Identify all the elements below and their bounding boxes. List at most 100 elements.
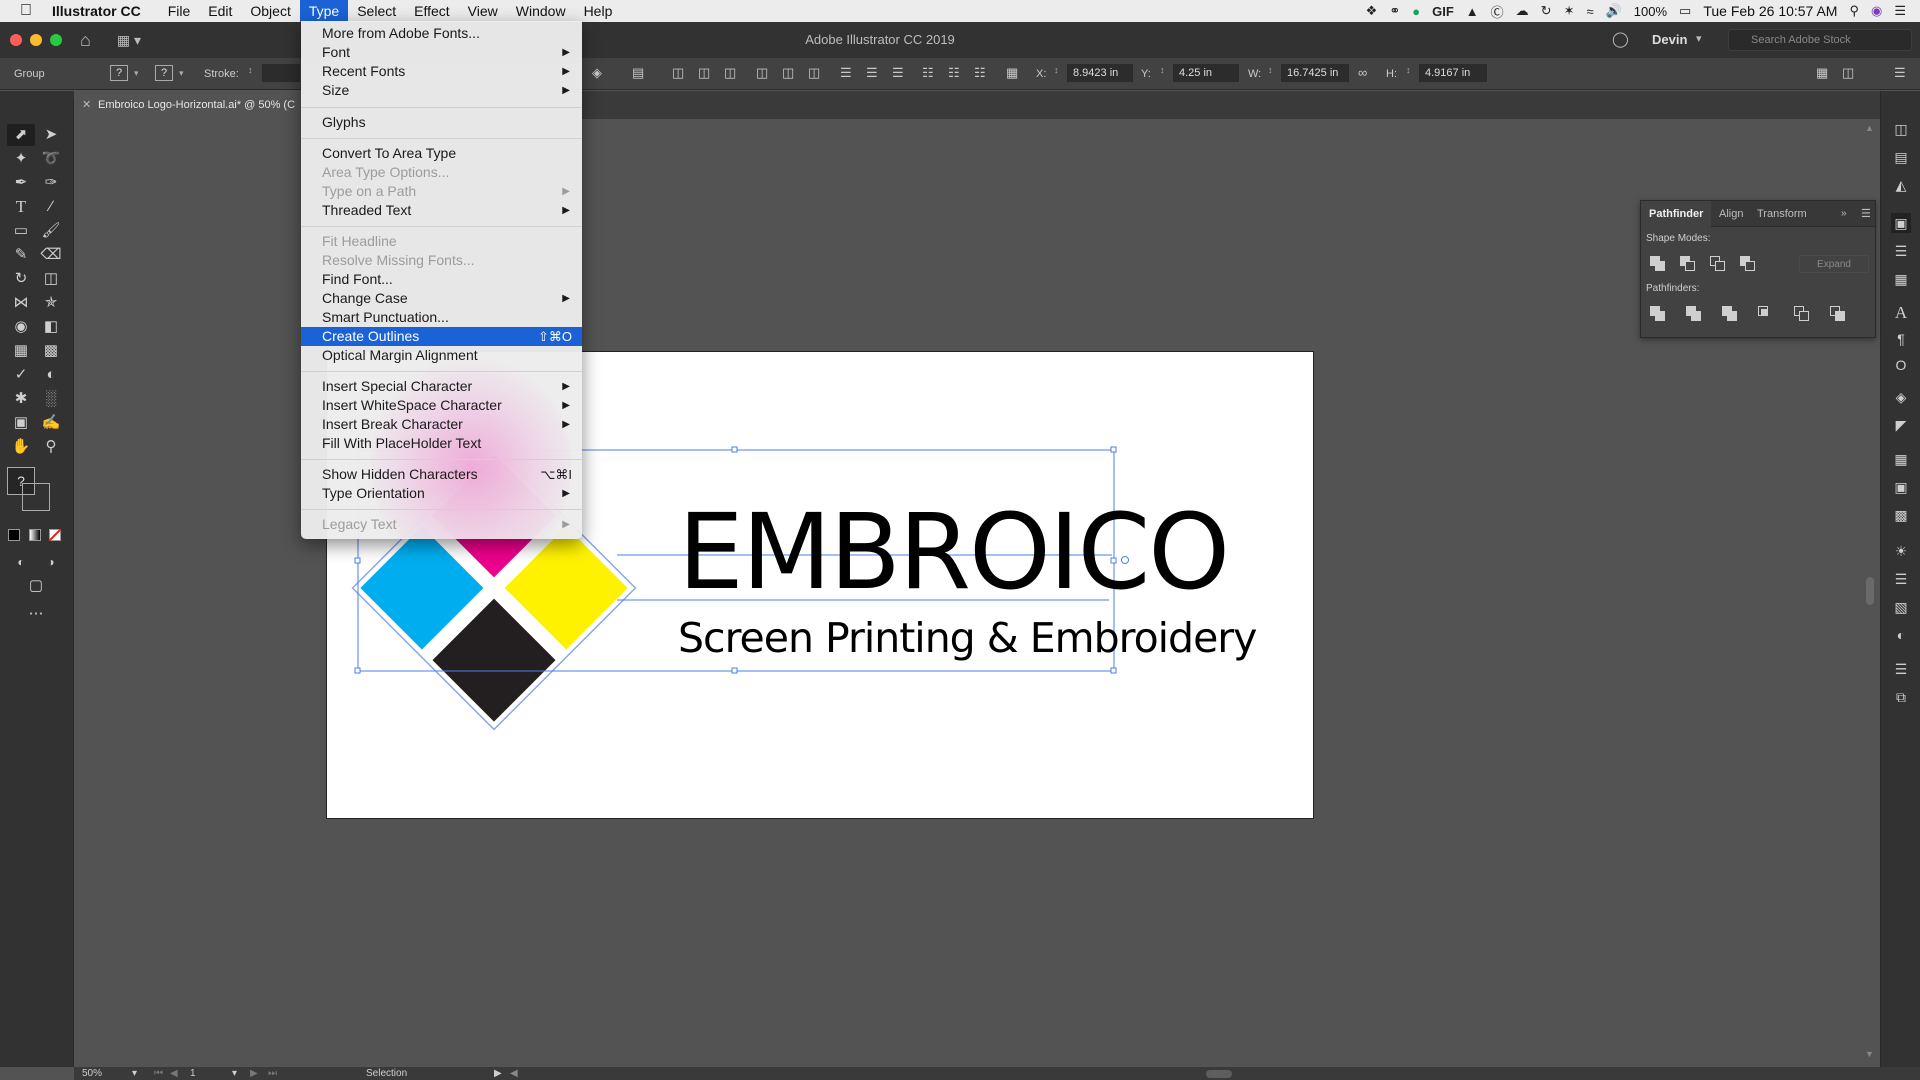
menu-item-smart-punctuation[interactable]: Smart Punctuation... [301, 308, 582, 327]
constrain-link-icon[interactable]: ∞ [1358, 65, 1367, 80]
menu-effect[interactable]: Effect [405, 0, 459, 22]
appearance-panel-icon[interactable]: ☀ [1891, 541, 1911, 561]
minus-back-button[interactable] [1829, 305, 1847, 323]
menu-view[interactable]: View [459, 0, 507, 22]
stepper-icon[interactable]: ↕ [1054, 65, 1059, 75]
export-icon[interactable]: ◭ [1891, 175, 1911, 195]
artboards-list-icon[interactable]: ⧉ [1891, 687, 1911, 707]
outline-button[interactable] [1793, 305, 1811, 323]
menu-item-type-orientation[interactable]: Type Orientation ▶ [301, 484, 582, 503]
stepper-icon[interactable]: ↕ [1268, 65, 1273, 75]
intersect-button[interactable] [1709, 255, 1727, 273]
eraser-tool-icon[interactable]: ⌫ [37, 244, 65, 266]
stepper-icon[interactable]: ↕ [1160, 65, 1165, 75]
document-tab[interactable]: ✕ Embroico Logo-Horizontal.ai* @ 50% (C [74, 91, 306, 119]
grammarly-icon[interactable]: ● [1412, 4, 1420, 19]
menu-item-convert-to-area-type[interactable]: Convert To Area Type [301, 144, 582, 163]
reference-point-icon[interactable]: ▦ [1006, 65, 1018, 81]
transparency-panel-icon[interactable]: ◐ [1891, 625, 1911, 645]
brushes-panel-icon[interactable]: ◈ [1891, 387, 1911, 407]
distribute-bottom-icon[interactable]: ☰ [892, 65, 904, 81]
zoom-tool-icon[interactable]: ⚲ [37, 436, 65, 458]
menu-item-create-outlines[interactable]: Create Outlines ⇧⌘O [301, 327, 582, 346]
next-artboard-icon[interactable]: ▶ [250, 1067, 258, 1080]
artboards-panel-icon[interactable]: ▩ [1891, 505, 1911, 525]
artboard-number-field[interactable]: 1 [190, 1067, 196, 1080]
align-to-icon[interactable]: ▤ [632, 65, 644, 81]
expand-button[interactable]: Expand [1799, 255, 1869, 273]
drive-icon[interactable]: ▲ [1466, 4, 1479, 19]
scroll-up-arrow-icon[interactable]: ▲ [1865, 123, 1874, 133]
menu-item-threaded-text[interactable]: Threaded Text ▶ [301, 201, 582, 220]
shape-builder-tool-icon[interactable]: ◉ [7, 316, 35, 338]
direct-selection-tool-icon[interactable]: ➤ [37, 124, 65, 146]
gif-icon[interactable]: GIF [1432, 4, 1454, 19]
symbols-panel-icon[interactable]: ◤ [1891, 415, 1911, 435]
menu-item-insert-break-character[interactable]: Insert Break Character ▶ [301, 415, 582, 434]
selection-tool-icon[interactable]: ⬈ [7, 124, 35, 146]
logo-subtitle-text[interactable]: Screen Printing & Embroidery [678, 616, 1257, 660]
status-menu-arrow-icon[interactable]: ▶ [494, 1067, 502, 1080]
collapse-panel-icon[interactable]: » [1841, 201, 1847, 227]
paintbrush-tool-icon[interactable]: 🖌 [37, 220, 65, 242]
draw-normal-icon[interactable]: ◐ [7, 551, 35, 573]
blend-tool-icon[interactable]: ◐ [37, 364, 65, 386]
menu-item-change-case[interactable]: Change Case ▶ [301, 289, 582, 308]
distribute-top-icon[interactable]: ☰ [840, 65, 852, 81]
color-mode-icon[interactable] [8, 529, 20, 541]
more-tools-icon[interactable]: ⋯ [22, 603, 50, 625]
align-vcenter-icon[interactable]: ◫ [782, 65, 794, 81]
rotate-tool-icon[interactable]: ↻ [7, 268, 35, 290]
minus-front-button[interactable] [1679, 255, 1697, 273]
user-name[interactable]: Devin [1652, 32, 1687, 47]
h-field[interactable]: 4.9167 in [1419, 64, 1487, 82]
draw-behind-icon[interactable]: ◑ [37, 551, 65, 573]
clock[interactable]: Tue Feb 26 10:57 AM [1703, 3, 1837, 19]
menu-select[interactable]: Select [348, 0, 405, 22]
tab-align[interactable]: Align [1719, 201, 1743, 227]
scroll-left-arrow-icon[interactable]: ◀ [510, 1067, 518, 1080]
width-tool-icon[interactable]: ⋈ [7, 292, 35, 314]
close-tab-icon[interactable]: ✕ [82, 91, 91, 119]
trim-button[interactable] [1685, 305, 1703, 323]
menu-object[interactable]: Object [241, 0, 299, 22]
menu-item-find-font[interactable]: Find Font... [301, 270, 582, 289]
menu-item-more-fonts[interactable]: More from Adobe Fonts... [301, 24, 582, 43]
stroke-swatch[interactable]: ? [155, 65, 173, 81]
isolate-group-icon[interactable]: ◫ [1842, 65, 1854, 81]
chevron-down-icon[interactable]: ▾ [1696, 32, 1702, 45]
lasso-tool-icon[interactable]: ➰ [37, 148, 65, 170]
last-artboard-icon[interactable]: ⏭ [268, 1067, 277, 1080]
puppet-warp-tool-icon[interactable]: ✯ [37, 292, 65, 314]
control-bar-menu-icon[interactable]: ☰ [1894, 65, 1906, 81]
perspective-grid-tool-icon[interactable]: ◧ [37, 316, 65, 338]
dropbox-icon[interactable]: ❖ [1366, 3, 1378, 19]
menu-file[interactable]: File [159, 0, 200, 22]
logo-title-text[interactable]: EMBROICO [678, 500, 1238, 604]
menu-type[interactable]: Type [299, 0, 349, 22]
chevron-down-icon[interactable]: ▾ [232, 1067, 237, 1080]
chevron-down-icon[interactable]: ▾ [134, 68, 139, 79]
gradient-panel-icon[interactable]: ▧ [1891, 597, 1911, 617]
eyedropper-tool-icon[interactable]: ✓ [7, 364, 35, 386]
stepper-icon[interactable]: ↕ [248, 65, 253, 75]
crop-button[interactable] [1757, 305, 1775, 323]
recolor-icon[interactable]: ◈ [592, 65, 602, 81]
menu-app-name[interactable]: Illustrator CC [52, 3, 141, 19]
volume-icon[interactable]: 🔊 [1606, 3, 1622, 19]
skype-icon[interactable]: Ⓒ [1491, 2, 1504, 21]
x-field[interactable]: 8.9423 in [1067, 64, 1133, 82]
layers-panel-icon[interactable]: ☰ [1891, 659, 1911, 679]
first-artboard-icon[interactable]: ⏮ [154, 1067, 163, 1080]
screen-mode-icon[interactable]: ▢ [22, 575, 50, 597]
creative-cloud-icon[interactable]: ⚭ [1389, 3, 1400, 19]
unite-button[interactable] [1649, 255, 1667, 273]
distribute-left-icon[interactable]: ☷ [922, 65, 934, 81]
fill-swatch[interactable]: ? [110, 65, 128, 81]
stroke-weight-field[interactable] [262, 64, 300, 82]
menu-item-font[interactable]: Font ▶ [301, 43, 582, 62]
y-field[interactable]: 4.25 in [1173, 64, 1239, 82]
menu-item-fill-with-placeholder-text[interactable]: Fill With PlaceHolder Text [301, 434, 582, 453]
rectangle-tool-icon[interactable]: ▭ [7, 220, 35, 242]
transform-panel-icon[interactable]: ▦ [1891, 269, 1911, 289]
